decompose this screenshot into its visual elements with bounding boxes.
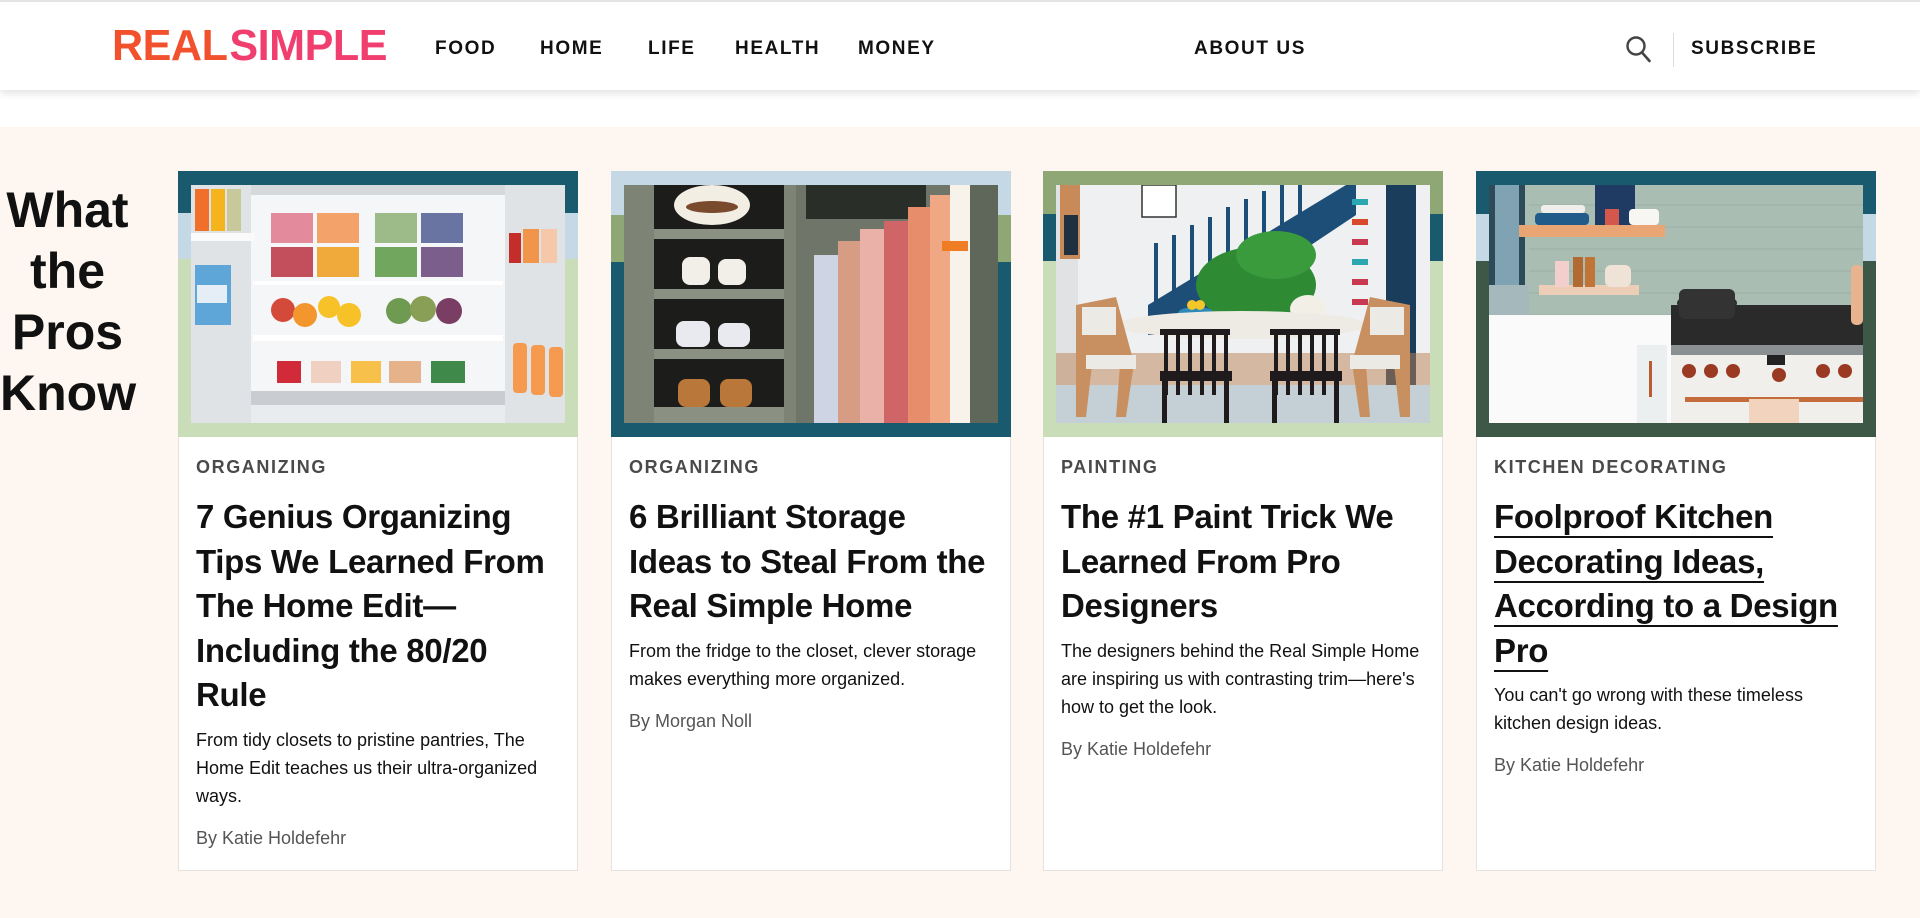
section-title-line: What xyxy=(6,182,129,238)
dining-room-photo xyxy=(1056,185,1430,423)
search-button[interactable] xyxy=(1624,34,1654,64)
article-card[interactable]: KITCHEN DECORATING Foolproof Kitchen Dec… xyxy=(1476,171,1876,871)
site-header: REAL SIMPLE FOOD HOME LIFE HEALTH MONEY A… xyxy=(0,0,1920,90)
section-title-line: Know xyxy=(0,365,137,421)
nav-about-us[interactable]: ABOUT US xyxy=(1194,38,1306,60)
card-category[interactable]: ORGANIZING xyxy=(629,456,993,478)
header-divider xyxy=(1673,33,1674,67)
search-icon xyxy=(1626,36,1651,63)
closet-shelves-photo xyxy=(624,185,998,423)
what-the-pros-know-section: What the Pros Know ORGANIZING 7 Genius O… xyxy=(0,127,1920,918)
card-title[interactable]: 7 Genius Organizing Tips We Learned From… xyxy=(196,495,560,718)
real-simple-logo[interactable]: REAL SIMPLE xyxy=(112,21,387,70)
section-title-line: the xyxy=(30,243,105,299)
nav-home[interactable]: HOME xyxy=(540,38,603,60)
subscribe-button[interactable]: SUBSCRIBE xyxy=(1691,38,1817,60)
section-title: What the Pros Know xyxy=(0,180,137,424)
article-card[interactable]: ORGANIZING 6 Brilliant Storage Ideas to … xyxy=(611,171,1011,871)
card-byline: By Katie Holdefehr xyxy=(196,827,347,848)
nav-health[interactable]: HEALTH xyxy=(735,38,820,60)
card-category[interactable]: KITCHEN DECORATING xyxy=(1494,456,1858,478)
card-byline: By Katie Holdefehr xyxy=(1494,755,1645,775)
card-category[interactable]: PAINTING xyxy=(1061,456,1425,478)
nav-life[interactable]: LIFE xyxy=(648,38,696,60)
card-title[interactable]: The #1 Paint Trick We Learned From Pro D… xyxy=(1061,495,1425,629)
card-byline: By Katie Holdefehr xyxy=(1061,738,1212,759)
nav-money[interactable]: MONEY xyxy=(858,38,936,60)
card-image-frame xyxy=(1476,171,1876,437)
nav-food[interactable]: FOOD xyxy=(435,38,496,60)
card-description: From the fridge to the closet, clever st… xyxy=(629,640,977,689)
card-description: From tidy closets to pristine pantries, … xyxy=(196,729,538,806)
logo-real: REAL xyxy=(112,21,228,70)
card-image-frame xyxy=(178,171,578,437)
card-title[interactable]: Foolproof Kitchen Decorating Ideas, Acco… xyxy=(1494,495,1858,673)
article-card[interactable]: PAINTING The #1 Paint Trick We Learned F… xyxy=(1043,171,1443,871)
card-title-text[interactable]: Foolproof Kitchen Decorating Ideas, Acco… xyxy=(1494,498,1838,669)
card-title[interactable]: 6 Brilliant Storage Ideas to Steal From … xyxy=(629,495,993,629)
kitchen-range-photo xyxy=(1489,185,1863,423)
card-category[interactable]: ORGANIZING xyxy=(196,456,560,478)
card-byline: By Morgan Noll xyxy=(629,710,753,731)
card-description: The designers behind the Real Simple Hom… xyxy=(1061,640,1420,717)
article-card[interactable]: ORGANIZING 7 Genius Organizing Tips We L… xyxy=(178,171,578,871)
card-image-frame xyxy=(1043,171,1443,437)
organized-fridge-photo xyxy=(191,185,565,423)
card-image-frame xyxy=(611,171,1011,437)
logo-simple: SIMPLE xyxy=(229,21,387,70)
card-description: You can't go wrong with these timeless k… xyxy=(1494,685,1803,733)
section-title-line: Pros xyxy=(11,304,124,360)
